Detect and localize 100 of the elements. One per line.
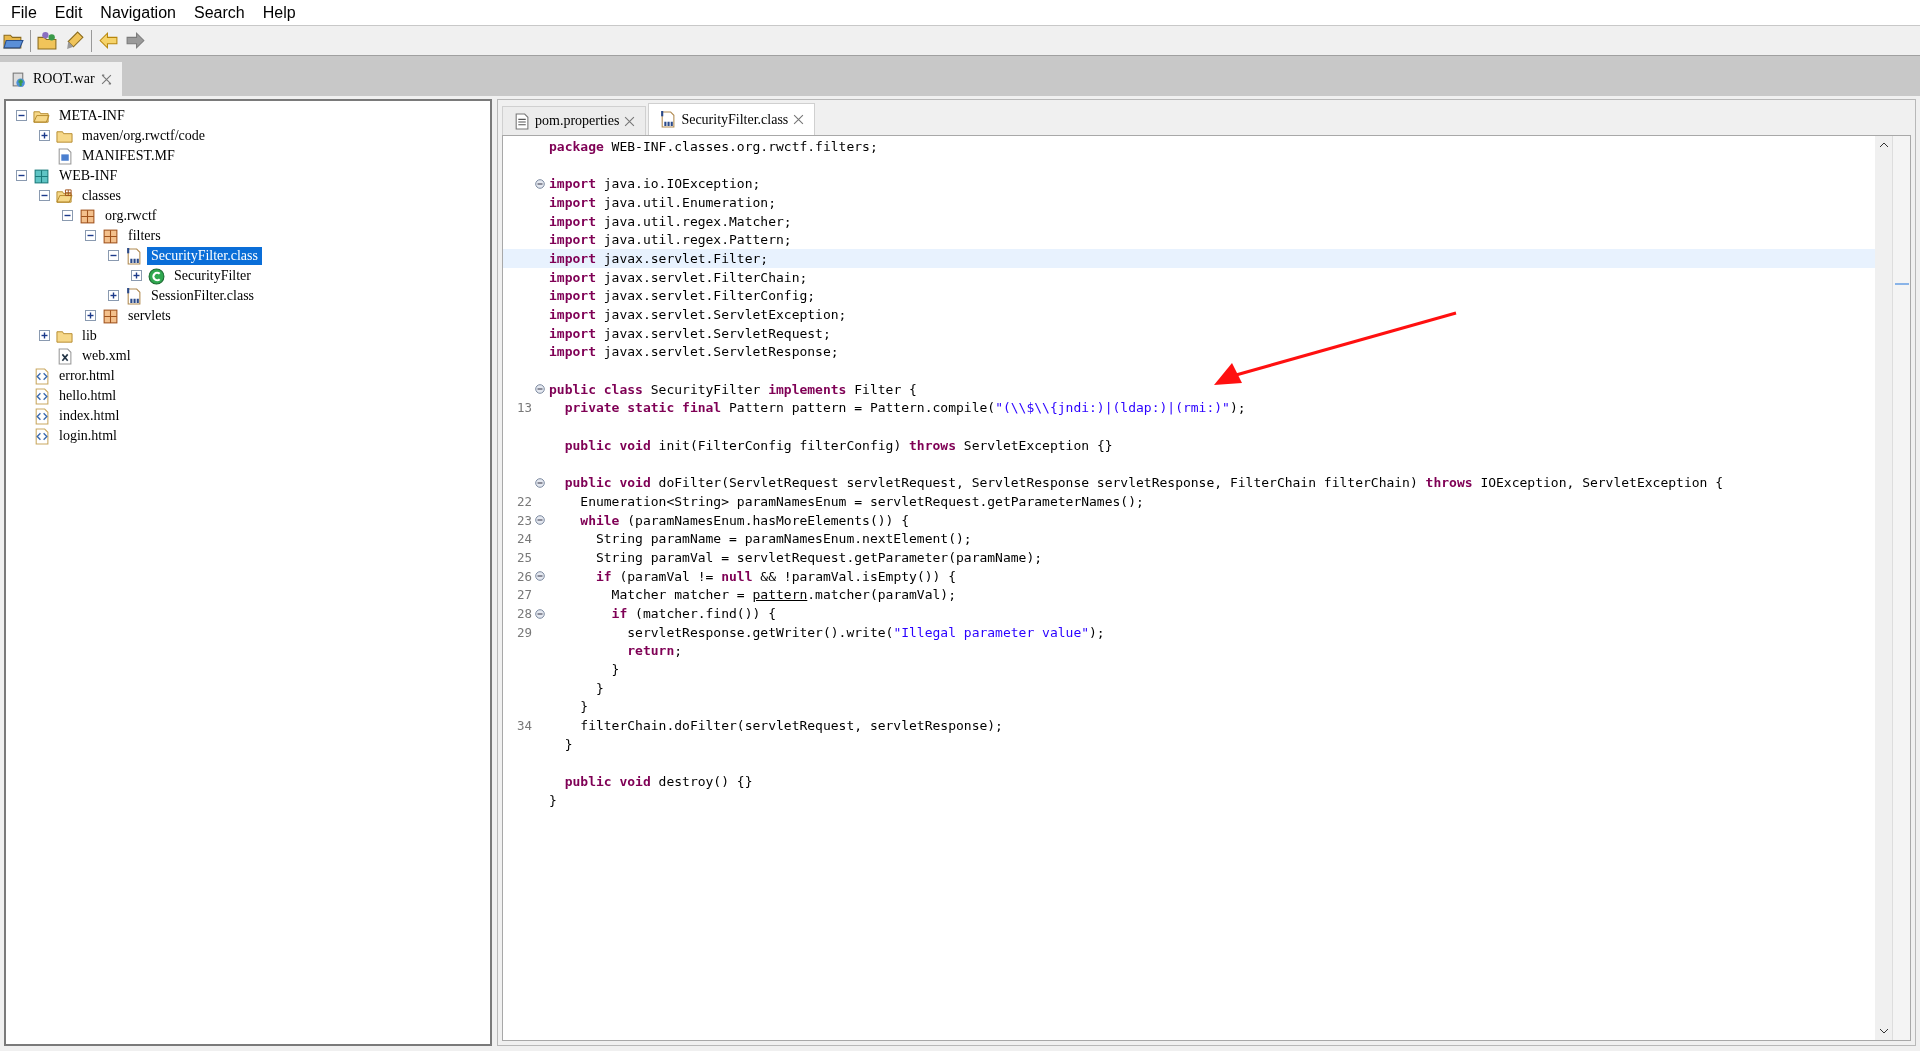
menu-item[interactable]: Edit xyxy=(47,3,90,22)
tree-item[interactable]: org.rwctf xyxy=(101,207,161,225)
code-line: import javax.servlet.Filter; xyxy=(548,250,769,266)
line-number: 13 xyxy=(516,400,532,416)
collapse-icon[interactable] xyxy=(62,210,73,221)
tree-item[interactable]: META-INF xyxy=(55,107,129,125)
tree-item[interactable]: web.xml xyxy=(78,347,135,365)
collapse-icon[interactable] xyxy=(16,170,27,181)
grid-icon xyxy=(33,167,50,185)
tree-item[interactable]: MANIFEST.MF xyxy=(78,147,179,165)
code-line: } xyxy=(610,662,620,678)
package-icon xyxy=(102,307,119,325)
html-file-icon xyxy=(33,387,50,405)
code-line: String paramVal = servletRequest.getParameter(paramName); xyxy=(594,549,1043,565)
code-line: package WEB-INF.classes.org.rwctf.filters; xyxy=(548,138,878,154)
expand-icon[interactable] xyxy=(85,310,96,321)
code-line: import javax.servlet.FilterChain; xyxy=(548,269,808,285)
line-number: 23 xyxy=(516,512,532,528)
code-line: public void init(FilterConfig filterConfig) throws ServletException {} xyxy=(563,437,1113,453)
code-line: } xyxy=(594,680,604,696)
code-line: import javax.servlet.ServletResponse; xyxy=(548,344,839,360)
menu-item[interactable]: Help xyxy=(255,3,303,22)
collapse-icon[interactable] xyxy=(16,110,27,121)
tree-item[interactable]: hello.html xyxy=(55,387,121,405)
menu-item[interactable]: Navigation xyxy=(93,3,183,22)
package-icon xyxy=(79,207,96,225)
code-line: return; xyxy=(626,643,683,659)
package-folder-icon xyxy=(56,187,73,205)
fold-icon[interactable] xyxy=(535,515,545,526)
tree-item[interactable]: lib xyxy=(78,327,101,345)
collapse-icon[interactable] xyxy=(108,250,119,261)
scroll-up-icon[interactable] xyxy=(1878,142,1889,148)
close-icon[interactable] xyxy=(624,115,636,127)
html-file-icon xyxy=(33,407,50,425)
class-file-icon xyxy=(125,287,142,305)
code-line: servletResponse.getWriter().write("Illegal parameter value"); xyxy=(626,624,1105,640)
code-line: while (paramNamesEnum.hasMoreElements()) { xyxy=(579,512,910,528)
tree-item[interactable]: maven/org.rwctf/code xyxy=(78,127,209,145)
expand-icon[interactable] xyxy=(108,290,119,301)
code-line: filterChain.doFilter(servletRequest, servletResponse); xyxy=(579,718,1003,734)
line-number: 22 xyxy=(516,493,532,509)
package-icon xyxy=(102,227,119,245)
collapse-icon[interactable] xyxy=(39,190,50,201)
line-number: 24 xyxy=(516,531,532,547)
fold-icon[interactable] xyxy=(535,571,545,582)
class-icon xyxy=(148,267,165,285)
tree-item[interactable]: SessionFilter.class xyxy=(147,287,259,305)
overview-marker[interactable] xyxy=(1895,283,1909,285)
code-line: import java.util.Enumeration; xyxy=(548,194,776,210)
pen-icon[interactable] xyxy=(64,30,85,51)
code-line: import javax.servlet.ServletRequest; xyxy=(548,325,831,341)
expand-icon[interactable] xyxy=(39,130,50,141)
code-line: public class SecurityFilter implements Filter { xyxy=(548,381,917,397)
fold-icon[interactable] xyxy=(535,178,545,189)
expand-icon[interactable] xyxy=(39,330,50,341)
back-arrow-icon[interactable] xyxy=(98,30,119,51)
code-line: if (paramVal != null && !paramVal.isEmpty()) { xyxy=(594,568,956,584)
scroll-down-icon[interactable] xyxy=(1878,1028,1889,1034)
folder-icon[interactable] xyxy=(37,30,58,51)
code-line: import javax.servlet.FilterConfig; xyxy=(548,288,816,304)
tree-item[interactable]: login.html xyxy=(55,427,121,445)
class-file-icon xyxy=(659,111,677,128)
xml-file-icon xyxy=(56,347,73,365)
code-line: } xyxy=(579,699,589,715)
document-icon xyxy=(56,147,73,165)
text-file-icon xyxy=(513,112,530,130)
collapse-icon[interactable] xyxy=(85,230,96,241)
tree-item[interactable]: WEB-INF xyxy=(55,167,122,185)
menu-item[interactable]: Search xyxy=(186,3,252,22)
tree-item[interactable]: index.html xyxy=(55,407,124,425)
code-line: Matcher matcher = pattern.matcher(paramVal); xyxy=(610,587,956,603)
code-line: } xyxy=(548,792,557,808)
class-file-icon xyxy=(125,247,142,265)
close-icon[interactable] xyxy=(100,73,112,85)
html-file-icon xyxy=(33,427,50,445)
line-number: 27 xyxy=(516,587,532,603)
code-line: import java.io.IOException; xyxy=(548,176,761,192)
tree-item[interactable]: error.html xyxy=(55,367,119,385)
html-file-icon xyxy=(33,367,50,385)
code-line: import java.util.regex.Matcher; xyxy=(548,213,792,229)
menu-item[interactable]: File xyxy=(4,3,44,22)
fold-icon[interactable] xyxy=(535,608,545,619)
line-number: 29 xyxy=(516,624,532,640)
code-line: import javax.servlet.ServletException; xyxy=(548,307,847,323)
editor-tab[interactable]: pom.properties xyxy=(502,106,647,135)
tree-item[interactable]: SecurityFilter.class xyxy=(147,247,262,265)
archive-tab[interactable]: ROOT.war xyxy=(0,62,122,96)
tree-item[interactable]: servlets xyxy=(124,307,175,325)
tree-item[interactable]: SecurityFilter xyxy=(170,267,255,285)
tree-item[interactable]: filters xyxy=(124,227,165,245)
fold-icon[interactable] xyxy=(535,477,545,488)
tree-item[interactable]: classes xyxy=(78,187,125,205)
close-icon[interactable] xyxy=(793,114,805,125)
scrollbar[interactable] xyxy=(1875,136,1892,1040)
expand-icon[interactable] xyxy=(131,270,142,281)
code-line: public void doFilter(ServletRequest servletRequest, ServletResponse servletResponse, FilterChain filterChain) throws IOException, ServletException { xyxy=(563,475,1723,491)
fold-icon[interactable] xyxy=(535,384,545,395)
line-number: 34 xyxy=(516,718,532,734)
line-number: 25 xyxy=(516,549,532,565)
editor-tab[interactable]: SecurityFilter.class xyxy=(648,103,816,135)
